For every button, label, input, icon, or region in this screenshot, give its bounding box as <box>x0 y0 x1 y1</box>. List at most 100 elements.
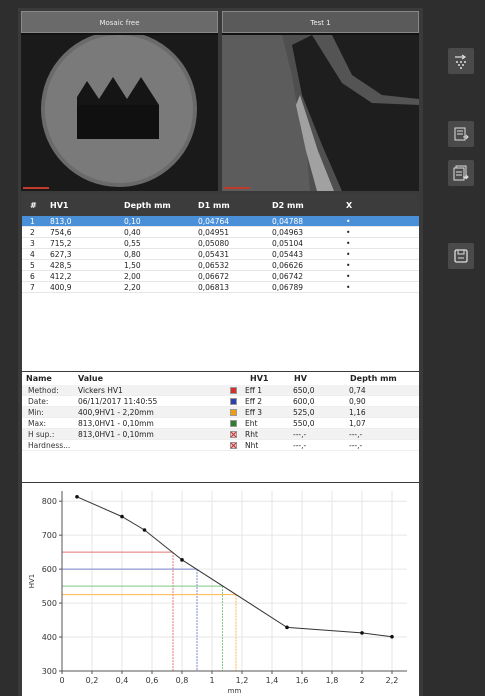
col-depth[interactable]: Depth mm <box>124 201 198 210</box>
document-export-icon <box>454 127 469 141</box>
save-icon <box>454 249 468 263</box>
mosaic-image-panel[interactable]: Mosaic free <box>21 11 218 191</box>
row-d2: 0,06742 <box>272 271 304 281</box>
x-tick-label: 1 <box>209 676 214 685</box>
data-point <box>360 631 364 635</box>
eff-depth: 1,16 <box>349 407 366 417</box>
row-number: 2 <box>30 227 35 237</box>
x-tick-label: 2 <box>359 676 364 685</box>
test-image[interactable] <box>222 35 419 191</box>
table-row[interactable]: 5 428,5 1,50 0,06532 0,06626 • <box>22 260 419 271</box>
x-tick-label: 1,4 <box>266 676 279 685</box>
row-hv1: 627,3 <box>50 249 72 259</box>
info-label: Max: <box>28 418 47 428</box>
col-d2[interactable]: D2 mm <box>272 201 346 210</box>
eff-row[interactable]: Nht ---,- ---,- <box>222 440 419 451</box>
y-tick-label: 600 <box>42 565 57 574</box>
mosaic-sample-image <box>21 35 218 191</box>
table-row[interactable]: 3 715,2 0,55 0,05080 0,05104 • <box>22 238 419 249</box>
row-hv1: 715,2 <box>50 238 72 248</box>
x-tick-label: 1,6 <box>296 676 309 685</box>
x-tick-label: 0 <box>59 676 64 685</box>
col-x[interactable]: X <box>346 201 406 210</box>
info-value: 813,0HV1 - 0,10mm <box>78 429 154 439</box>
table-row[interactable]: 6 412,2 2,00 0,06672 0,06742 • <box>22 271 419 282</box>
eff-depth: 1,07 <box>349 418 366 428</box>
row-d1: 0,04764 <box>198 216 230 226</box>
y-tick-label: 500 <box>42 599 57 608</box>
row-depth: 0,55 <box>124 238 141 248</box>
row-d1: 0,06813 <box>198 282 230 292</box>
name-header: Name <box>26 373 52 383</box>
info-label: Method: <box>28 385 59 395</box>
row-hv1: 400,9 <box>50 282 72 292</box>
row-x: • <box>346 216 351 226</box>
eff-row[interactable]: Rht ---,- ---,- <box>222 429 419 440</box>
grid-arrows-icon <box>455 54 467 69</box>
row-d2: 0,05443 <box>272 249 304 259</box>
grid-settings-button[interactable] <box>448 48 474 74</box>
test-micrograph-image <box>222 35 419 191</box>
x-tick-label: 0,6 <box>146 676 159 685</box>
col-d1[interactable]: D1 mm <box>198 201 272 210</box>
row-depth: 0,80 <box>124 249 141 259</box>
save-button[interactable] <box>448 243 474 269</box>
eff-depth: ---,- <box>349 429 363 439</box>
row-depth: 2,00 <box>124 271 141 281</box>
x-tick-label: 1,8 <box>326 676 339 685</box>
row-hv1: 754,6 <box>50 227 72 237</box>
table-row[interactable]: 4 627,3 0,80 0,05431 0,05443 • <box>22 249 419 260</box>
row-depth: 0,10 <box>124 216 141 226</box>
nht-disabled-icon <box>230 441 237 449</box>
y-tick-label: 300 <box>42 667 57 676</box>
row-d1: 0,05431 <box>198 249 230 259</box>
scale-bar <box>23 187 49 189</box>
eff1-color-icon <box>230 386 237 394</box>
row-depth: 2,20 <box>124 282 141 292</box>
row-d2: 0,05104 <box>272 238 304 248</box>
row-x: • <box>346 271 351 281</box>
info-row-max: Max: 813,0HV1 - 0,10mm <box>22 418 222 429</box>
eff2-color-icon <box>230 397 237 405</box>
info-label: H sup.: <box>28 429 55 439</box>
eff-row[interactable]: Eff 1 650,0 0,74 <box>222 385 419 396</box>
info-row-date: Date: 06/11/2017 11:40:55 <box>22 396 222 407</box>
y-tick-label: 700 <box>42 531 57 540</box>
export-all-button[interactable] <box>448 160 474 186</box>
eff-row[interactable]: Eht 550,0 1,07 <box>222 418 419 429</box>
eff-label: Eff 3 <box>245 407 263 417</box>
hardness-chart[interactable]: 0 0,2 0,4 0,6 0,8 1 1,2 1,4 1,6 1,8 2 2,2 300 400 500 6… <box>22 483 419 696</box>
info-value: 06/11/2017 11:40:55 <box>78 396 158 406</box>
eff-row[interactable]: Eff 2 600,0 0,90 <box>222 396 419 407</box>
eff-depth: 0,90 <box>349 396 366 406</box>
col-hv1[interactable]: HV1 <box>50 201 124 210</box>
eff-row[interactable]: Eff 3 525,0 1,16 <box>222 407 419 418</box>
depth-header: Depth mm <box>350 373 397 383</box>
effective-depth-list: Eff 1 650,0 0,74 Eff 2 600,0 0,90 Eff 3 525,0… <box>222 385 419 451</box>
data-point <box>390 634 394 639</box>
eff-label: Eff 1 <box>245 385 263 395</box>
info-value: 813,0HV1 - 0,10mm <box>78 418 154 428</box>
info-row-hardness: Hardness... <box>22 440 222 451</box>
eff-label: Eff 2 <box>245 396 263 406</box>
table-row[interactable]: 2 754,6 0,40 0,04951 0,04963 • <box>22 227 419 238</box>
row-x: • <box>346 249 351 259</box>
info-row-min: Min: 400,9HV1 - 2,20mm <box>22 407 222 418</box>
mosaic-image[interactable] <box>21 35 218 191</box>
eff-hv: ---,- <box>293 429 307 439</box>
x-tick-label: 2,2 <box>386 676 399 685</box>
col-number[interactable]: # <box>22 201 50 210</box>
row-d2: 0,06789 <box>272 282 304 292</box>
data-point <box>120 514 124 519</box>
table-row[interactable]: 7 400,9 2,20 0,06813 0,06789 • <box>22 282 419 293</box>
test-image-panel[interactable]: Test 1 <box>222 11 419 191</box>
x-tick-label: 0,4 <box>116 676 129 685</box>
x-tick-label: 0,2 <box>86 676 99 685</box>
table-row[interactable]: 1 813,0 0,10 0,04764 0,04788 • <box>22 216 419 227</box>
row-d1: 0,06532 <box>198 260 230 270</box>
main-panel: Mosaic free Test 1 # HV1 Depth mm D1 mm … <box>18 8 423 696</box>
row-d1: 0,05080 <box>198 238 230 248</box>
row-depth: 1,50 <box>124 260 141 270</box>
measurements-header: # HV1 Depth mm D1 mm D2 mm X <box>22 194 419 216</box>
export-report-button[interactable] <box>448 121 474 147</box>
